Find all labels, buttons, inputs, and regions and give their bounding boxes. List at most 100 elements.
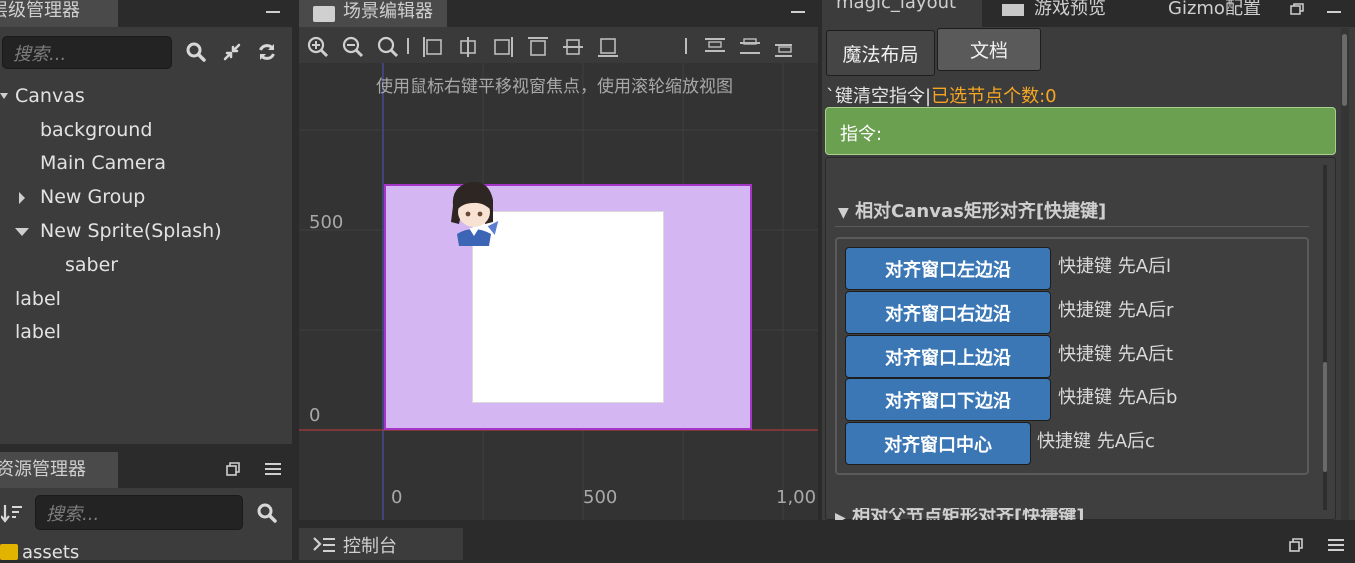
maximize-icon[interactable] bbox=[1287, 536, 1305, 554]
caret-down-icon[interactable] bbox=[0, 91, 8, 101]
align-bottom-icon[interactable] bbox=[597, 36, 619, 58]
tree-node-canvas[interactable]: Canvas bbox=[15, 85, 85, 107]
command-input[interactable]: 指令: bbox=[825, 107, 1336, 155]
search-placeholder: 搜索... bbox=[46, 503, 100, 525]
tab-magic-layout[interactable]: magic_layout bbox=[822, 0, 982, 27]
align-bottom-button[interactable]: 对齐窗口下边沿 bbox=[845, 378, 1051, 421]
align-left-button[interactable]: 对齐窗口左边沿 bbox=[845, 247, 1051, 290]
align-hcenter-icon[interactable] bbox=[457, 36, 479, 58]
section-header[interactable]: ▼ 相对Canvas矩形对齐[快捷键] bbox=[838, 197, 1106, 223]
assets-search-input[interactable]: 搜索... bbox=[35, 495, 243, 530]
hierarchy-tab-strip bbox=[118, 0, 292, 27]
tab-label: 游戏预览 bbox=[1034, 0, 1106, 19]
saber-sprite[interactable] bbox=[443, 176, 503, 250]
zoom-in-icon[interactable] bbox=[307, 36, 329, 58]
y-axis-label: 0 bbox=[309, 405, 321, 426]
section-title: 相对Canvas矩形对齐[快捷键] bbox=[855, 201, 1107, 222]
distribute-bottom-icon[interactable] bbox=[774, 36, 792, 58]
tab-game-preview[interactable]: 游戏预览 bbox=[990, 0, 1156, 27]
shortcut-hint: 快捷键 先A后b bbox=[1058, 387, 1178, 408]
tree-node-main-camera[interactable]: Main Camera bbox=[40, 152, 166, 174]
tree-node-new-group[interactable]: New Group bbox=[40, 186, 145, 208]
tree-node-saber[interactable]: saber bbox=[65, 254, 118, 276]
shortcut-hint: 快捷键 先A后r bbox=[1058, 300, 1174, 321]
caret-down-icon: ▼ bbox=[838, 205, 849, 221]
x-axis-label: 1,00 bbox=[776, 487, 817, 508]
collapse-icon[interactable] bbox=[220, 40, 244, 64]
caret-down-icon[interactable] bbox=[15, 227, 29, 237]
refresh-icon[interactable] bbox=[255, 40, 279, 64]
tree-node-label[interactable]: label bbox=[15, 288, 61, 310]
distribute-top-icon[interactable] bbox=[704, 36, 726, 58]
console-bar: 控制台 bbox=[299, 528, 1355, 560]
hierarchy-title: 层级管理器 bbox=[0, 0, 80, 21]
assets-panel: 资源管理器 搜索... assets bbox=[0, 452, 292, 563]
distribute-vcenter-icon[interactable] bbox=[739, 36, 761, 58]
status-hint: `键清空指令| bbox=[826, 86, 932, 107]
maximize-icon[interactable] bbox=[224, 460, 242, 478]
console-tab[interactable]: 控制台 bbox=[299, 528, 463, 560]
shortcut-hint: 快捷键 先A后c bbox=[1037, 431, 1155, 452]
toolbar-separator bbox=[685, 38, 687, 54]
minimize-icon[interactable] bbox=[1327, 11, 1341, 13]
align-top-icon[interactable] bbox=[527, 36, 549, 58]
film-icon bbox=[313, 6, 335, 22]
caret-right-icon[interactable] bbox=[18, 192, 26, 204]
scene-tab-strip bbox=[447, 0, 818, 27]
assets-tab[interactable]: 资源管理器 bbox=[0, 452, 118, 488]
status-line: `键清空指令|已选节点个数:0 bbox=[826, 82, 1057, 108]
align-vcenter-icon[interactable] bbox=[562, 36, 584, 58]
tab-label: magic_layout bbox=[836, 0, 957, 13]
tab-gizmo-config[interactable]: Gizmo配置 bbox=[1158, 0, 1282, 27]
sort-icon[interactable] bbox=[0, 502, 24, 524]
minimize-icon[interactable] bbox=[266, 11, 280, 13]
menu-icon[interactable] bbox=[264, 460, 282, 478]
tree-node-background[interactable]: background bbox=[40, 119, 152, 141]
scene-title: 场景编辑器 bbox=[343, 1, 433, 22]
hierarchy-search-input[interactable]: 搜索... bbox=[2, 36, 172, 69]
scene-hint: 使用鼠标右键平移视窗焦点，使用滚轮缩放视图 bbox=[376, 77, 733, 97]
video-icon bbox=[1002, 4, 1024, 16]
assets-title: 资源管理器 bbox=[0, 459, 86, 480]
search-icon[interactable] bbox=[184, 40, 208, 64]
content-scrollbar-thumb[interactable] bbox=[1323, 362, 1327, 472]
caret-right-icon: ▶ bbox=[835, 510, 846, 520]
command-label: 指令: bbox=[840, 124, 883, 145]
shortcut-hint: 快捷键 先A后l bbox=[1058, 256, 1172, 277]
align-left-icon[interactable] bbox=[422, 36, 444, 58]
maximize-icon[interactable] bbox=[1289, 2, 1305, 16]
align-right-icon[interactable] bbox=[492, 36, 514, 58]
menu-icon[interactable] bbox=[1327, 536, 1345, 554]
subtab-docs[interactable]: 文档 bbox=[937, 28, 1041, 71]
y-axis-label: 500 bbox=[309, 212, 344, 233]
scene-tab[interactable]: 场景编辑器 bbox=[299, 0, 447, 27]
subtab-magic-layout[interactable]: 魔法布局 bbox=[826, 30, 935, 76]
next-section-header[interactable]: ▶ 相对父节点矩形对齐[快捷键] bbox=[835, 508, 1315, 520]
tree-node-label[interactable]: label bbox=[15, 321, 61, 343]
outer-scrollbar-thumb[interactable] bbox=[1342, 34, 1347, 106]
magic-layout-panel: magic_layout 游戏预览 Gizmo配置 魔法布局 文档 `键清空指令… bbox=[822, 0, 1355, 520]
align-top-button[interactable]: 对齐窗口上边沿 bbox=[845, 335, 1051, 378]
console-icon bbox=[313, 536, 337, 554]
x-axis-label: 500 bbox=[583, 487, 618, 508]
minimize-icon[interactable] bbox=[791, 11, 805, 13]
hierarchy-tab[interactable]: 层级管理器 bbox=[0, 0, 118, 27]
scene-editor-panel: 场景编辑器 使用鼠标右键平移视窗焦点，使用滚轮缩放视图 500 0 0 500 … bbox=[299, 0, 818, 520]
search-placeholder: 搜索... bbox=[13, 43, 67, 65]
tree-node-new-sprite[interactable]: New Sprite(Splash) bbox=[40, 220, 222, 242]
console-title: 控制台 bbox=[343, 536, 397, 557]
hierarchy-panel: 层级管理器 搜索... Canvas background Main Camer… bbox=[0, 0, 292, 444]
zoom-out-icon[interactable] bbox=[342, 36, 364, 58]
x-axis-label: 0 bbox=[391, 487, 403, 508]
zoom-reset-icon[interactable] bbox=[377, 36, 399, 58]
shortcut-hint: 快捷键 先A后t bbox=[1058, 344, 1174, 365]
align-center-button[interactable]: 对齐窗口中心 bbox=[845, 422, 1031, 465]
section-divider bbox=[835, 226, 1309, 227]
align-right-button[interactable]: 对齐窗口右边沿 bbox=[845, 291, 1051, 334]
next-section-title: 相对父节点矩形对齐[快捷键] bbox=[852, 508, 1085, 520]
toolbar-separator bbox=[407, 38, 409, 54]
selected-count: 已选节点个数:0 bbox=[931, 86, 1057, 107]
tab-label: Gizmo配置 bbox=[1168, 0, 1261, 19]
folder-icon bbox=[0, 544, 18, 560]
search-icon[interactable] bbox=[255, 501, 279, 525]
